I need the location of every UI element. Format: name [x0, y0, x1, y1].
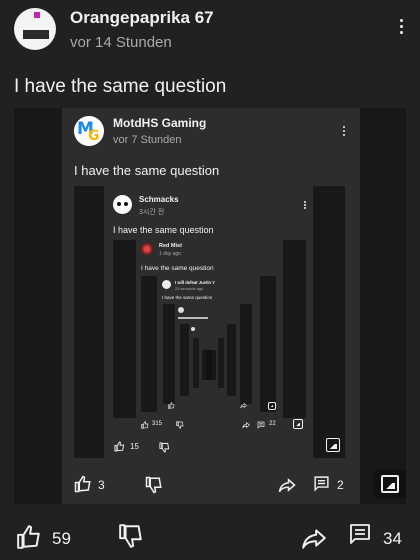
share-icon [240, 402, 247, 409]
image-icon [293, 419, 303, 429]
image-side-right [360, 108, 406, 504]
comment-icon[interactable] [348, 522, 372, 546]
like-count: 15 [130, 442, 139, 451]
image-side-left [141, 276, 157, 412]
avatar [113, 195, 132, 214]
image-side-left [74, 186, 104, 458]
image-side-right [240, 304, 252, 404]
more-vert-icon [300, 200, 310, 210]
avatar-gem-icon [34, 12, 40, 18]
author-name: Schmacks [139, 195, 179, 204]
like-icon [168, 402, 175, 409]
post-text: I have the same question [162, 295, 213, 300]
image-side-left [180, 324, 189, 396]
dislike-icon [159, 442, 170, 453]
embedded-screenshot [206, 350, 212, 380]
more-vert-icon[interactable] [396, 15, 406, 37]
author-name[interactable]: Orangepaprika 67 [70, 8, 214, 28]
reply-count: 34 [383, 529, 402, 548]
text-line [178, 317, 208, 319]
image-button[interactable] [374, 470, 406, 498]
post-time: 23 seconds ago [175, 286, 204, 291]
image-side-left [14, 108, 62, 504]
share-icon [278, 478, 296, 493]
image-icon [268, 402, 276, 410]
like-icon [141, 421, 149, 429]
avatar [178, 307, 184, 313]
comment-icon [314, 476, 329, 492]
like-count: 3 [98, 478, 105, 492]
like-count: 59 [52, 529, 71, 548]
author-name: I will defeat Justin Y [175, 280, 215, 285]
image-side-right [283, 240, 306, 418]
post-time: 1 day ago [159, 251, 181, 257]
avatar-mouth [23, 30, 49, 39]
avatar-letter-g: G [88, 128, 100, 144]
author-name: Red Mist [159, 243, 182, 249]
author-name: MotdHS Gaming [113, 116, 207, 130]
reply-count: 2 [337, 478, 344, 492]
post-time: vor 14 Stunden [70, 34, 172, 51]
post-text: I have the same question [14, 76, 227, 97]
image-side-left [113, 240, 136, 418]
post-time: vor 7 Stunden [113, 134, 182, 146]
like-icon [114, 441, 125, 452]
image-icon [326, 438, 340, 452]
avatar [162, 280, 171, 289]
post-text: I have the same question [141, 265, 214, 272]
image-side-right [227, 324, 236, 396]
avatar [191, 327, 195, 331]
image-icon [381, 475, 399, 493]
avatar[interactable] [14, 8, 56, 50]
like-icon [74, 475, 91, 493]
image-side-left [163, 304, 175, 404]
share-icon [242, 421, 250, 429]
image-side-right [260, 276, 276, 412]
like-count: 315 [152, 421, 163, 427]
post-text: I have the same question [113, 225, 214, 235]
image-side-right [218, 338, 224, 388]
post-text: I have the same question [74, 163, 220, 178]
comment-icon [257, 421, 265, 429]
avatar [141, 243, 153, 255]
avatar: M G [74, 116, 104, 146]
dislike-icon [176, 421, 184, 429]
post-time: 3시간 전 [139, 209, 165, 216]
share-icon[interactable] [301, 525, 327, 551]
like-icon[interactable] [16, 524, 42, 550]
dislike-icon[interactable] [118, 523, 144, 549]
image-side-right [313, 186, 345, 458]
more-vert-icon [339, 123, 349, 139]
reply-count: 22 [269, 421, 276, 427]
dislike-icon [145, 476, 162, 494]
image-side-right [212, 350, 216, 380]
